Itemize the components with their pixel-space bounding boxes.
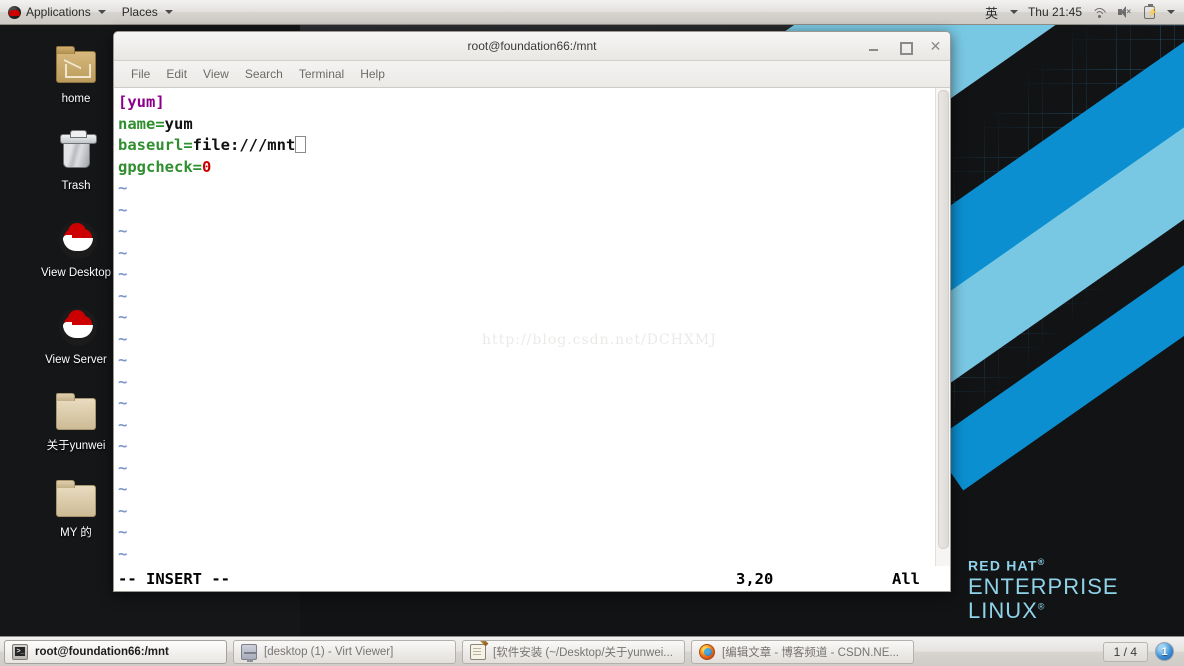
places-menu-label: Places — [121, 5, 158, 19]
window-titlebar[interactable]: root@foundation66:/mnt ✕ — [114, 32, 950, 61]
chevron-down-icon[interactable] — [1167, 10, 1175, 14]
taskbar-item-editor[interactable]: [软件安装 (~/Desktop/关于yunwei... — [462, 639, 685, 664]
brand-line-redhat: RED HAT — [968, 557, 1038, 574]
redhat-logo-icon — [52, 219, 100, 263]
vim-text-segment: name= — [118, 114, 165, 133]
workspace-switcher: 1 / 4 1 — [1102, 641, 1180, 662]
folder-icon — [52, 479, 100, 523]
taskbar: >_ root@foundation66:/mnt [desktop (1) -… — [0, 636, 1184, 666]
applications-menu-label: Applications — [26, 5, 91, 19]
chevron-down-icon — [164, 10, 173, 14]
vim-text-segment: yum — [164, 114, 193, 133]
chevron-down-icon[interactable] — [1009, 10, 1018, 14]
minimize-button[interactable] — [867, 40, 880, 53]
vim-empty-line-marker: ~ — [118, 394, 128, 412]
vim-empty-line-marker: ~ — [118, 200, 128, 219]
vim-mode-indicator: -- INSERT -- — [118, 569, 230, 588]
window-title: root@foundation66:/mnt — [467, 39, 597, 53]
home-folder-icon — [52, 45, 100, 89]
vim-cursor-position: 3,20 — [736, 569, 774, 588]
volume-muted-icon[interactable]: × — [1117, 5, 1132, 19]
menu-item-search[interactable]: Search — [238, 64, 290, 84]
redhat-menu-icon — [8, 5, 21, 19]
vim-empty-line-marker: ~ — [118, 372, 128, 391]
vim-empty-line-marker: ~ — [118, 458, 128, 477]
vim-empty-line-marker: ~ — [118, 308, 128, 326]
clock[interactable]: Thu 21:45 — [1028, 5, 1082, 19]
vim-buffer[interactable]: [yum] name=yum baseurl=file:///mnt gpgcheck… — [114, 88, 935, 566]
input-method-indicator[interactable]: 英 — [985, 3, 998, 22]
text-cursor — [295, 136, 307, 153]
workspace-count[interactable]: 1 / 4 — [1102, 641, 1148, 662]
terminal-window[interactable]: root@foundation66:/mnt ✕ File Edit View … — [113, 31, 951, 592]
menu-item-file[interactable]: File — [124, 64, 157, 84]
vim-empty-line-marker: ~ — [118, 222, 128, 240]
rhel-branding: RED HAT® ENTERPRISE LINUX® — [968, 558, 1119, 622]
workspace-indicator[interactable]: 1 — [1155, 642, 1174, 661]
taskbar-item-virt-viewer[interactable]: [desktop (1) - Virt Viewer] — [233, 639, 456, 664]
watermark-text: http://blog.csdn.net/DCHXMJ — [482, 332, 717, 348]
vim-text-segment: gpgcheck= — [118, 157, 202, 176]
taskbar-item-terminal[interactable]: >_ root@foundation66:/mnt — [4, 639, 227, 664]
menu-item-terminal[interactable]: Terminal — [292, 64, 351, 84]
terminal-menubar: File Edit View Search Terminal Help — [114, 61, 950, 88]
taskbar-item-label: [desktop (1) - Virt Viewer] — [264, 645, 394, 658]
vim-empty-line-marker: ~ — [118, 544, 128, 563]
taskbar-item-label: [软件安装 (~/Desktop/关于yunwei... — [493, 646, 673, 659]
vim-empty-line-marker: ~ — [118, 501, 128, 520]
vim-empty-line-marker: ~ — [118, 286, 128, 305]
terminal-icon: >_ — [12, 643, 28, 660]
redhat-logo-icon — [52, 306, 100, 350]
menu-item-view[interactable]: View — [196, 64, 236, 84]
vim-line: gpgcheck=0 — [118, 157, 935, 179]
window-controls: ✕ — [867, 32, 942, 61]
vim-empty-line-marker: ~ — [118, 243, 128, 262]
vim-empty-line-marker: ~ — [118, 351, 128, 369]
vim-line: name=yum — [118, 114, 935, 136]
vim-empty-line-marker: ~ — [118, 179, 128, 197]
vim-empty-line-marker: ~ — [118, 480, 128, 498]
trademark-symbol: ® — [1037, 557, 1046, 567]
brand-line-enterprise: ENTERPRISE — [968, 573, 1119, 599]
trash-icon — [52, 130, 100, 176]
vim-text-segment: file:///mnt — [192, 136, 296, 154]
wifi-icon[interactable] — [1092, 5, 1107, 19]
folder-icon — [52, 392, 100, 436]
vim-scroll-position: All — [892, 569, 920, 588]
vim-empty-line-marker: ~ — [118, 523, 128, 541]
vim-line: [yum] — [118, 92, 935, 114]
vim-line: baseurl=file:///mnt — [118, 135, 935, 157]
vim-text-segment: baseurl= — [118, 136, 193, 154]
editor-icon — [470, 643, 486, 660]
trademark-symbol-2: ® — [1037, 601, 1046, 612]
applications-menu[interactable]: Applications — [0, 0, 114, 25]
battery-icon[interactable] — [1144, 4, 1158, 19]
vim-status-line: -- INSERT -- 3,20 All — [114, 566, 950, 591]
vim-empty-line-marker: ~ — [118, 415, 128, 434]
menu-item-help[interactable]: Help — [353, 64, 392, 84]
maximize-button[interactable] — [898, 40, 913, 55]
vim-empty-line-marker: ~ — [118, 265, 128, 283]
close-button[interactable]: ✕ — [929, 39, 942, 53]
panel-tray: 英 Thu 21:45 × — [985, 3, 1184, 22]
terminal-body[interactable]: [yum] name=yum baseurl=file:///mnt gpgcheck… — [114, 88, 950, 566]
vim-text-segment: [yum] — [118, 93, 165, 111]
scrollbar-thumb[interactable] — [938, 90, 949, 549]
menu-item-edit[interactable]: Edit — [159, 64, 194, 84]
taskbar-item-label: root@foundation66:/mnt — [35, 645, 169, 658]
taskbar-item-label: [编辑文章 - 博客频道 - CSDN.NE... — [722, 646, 899, 659]
firefox-icon — [699, 643, 715, 660]
taskbar-item-firefox[interactable]: [编辑文章 - 博客频道 - CSDN.NE... — [691, 639, 914, 664]
chevron-down-icon — [97, 10, 106, 14]
top-panel: Applications Places 英 Thu 21:45 × — [0, 0, 1184, 25]
brand-line-linux: LINUX — [968, 597, 1038, 623]
vim-empty-line-marker: ~ — [118, 437, 128, 455]
monitor-icon — [241, 643, 257, 662]
terminal-scrollbar[interactable] — [935, 88, 950, 566]
places-menu[interactable]: Places — [114, 0, 181, 25]
vim-text-segment: 0 — [202, 157, 212, 176]
